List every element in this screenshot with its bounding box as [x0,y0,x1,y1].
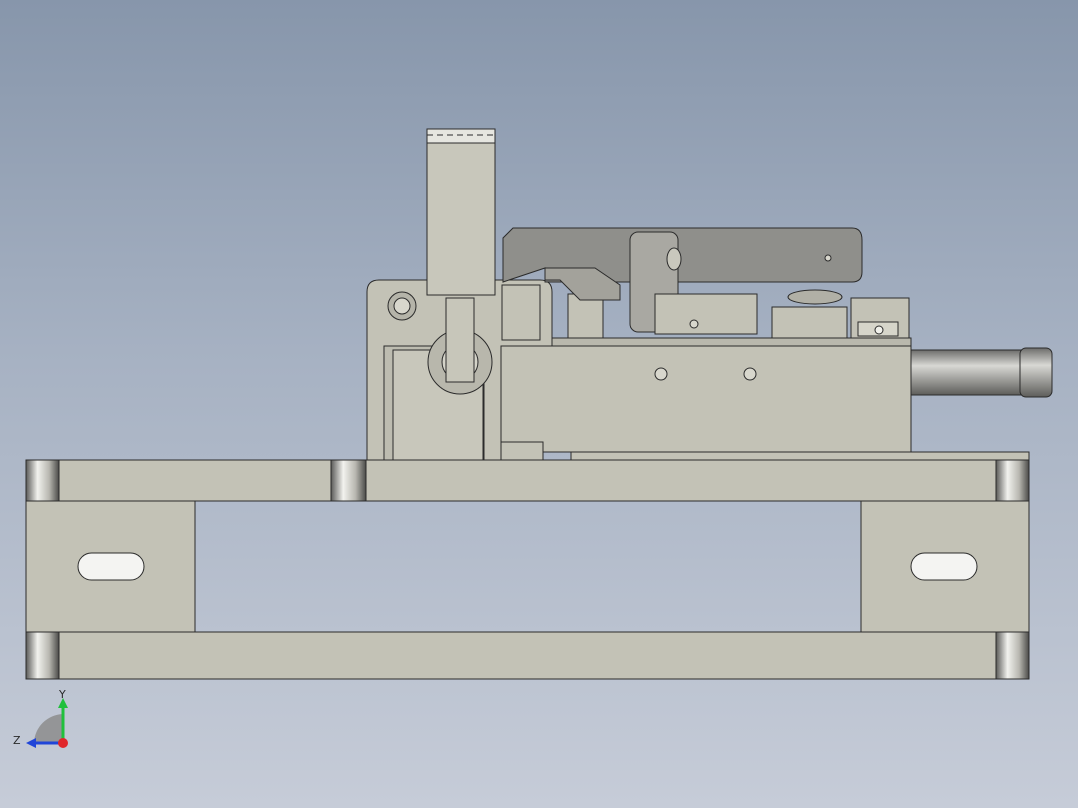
cad-viewport[interactable] [0,0,1078,808]
pulley-base[interactable] [771,306,848,339]
pivot-pin[interactable] [666,247,682,271]
column-cap[interactable] [426,128,496,144]
base-bottom-rail[interactable] [25,631,1030,680]
bolt-head-inner [393,297,411,315]
corner-post [25,631,60,680]
lower-step-plate[interactable] [570,451,1030,461]
housing-foot[interactable] [500,441,544,461]
corner-post [995,631,1030,680]
base-top-rail[interactable] [25,459,1030,502]
pulley[interactable] [787,289,843,305]
end-block-hole [874,325,884,335]
hole [743,367,757,381]
axis-triad: Y Z [13,688,68,748]
corner-post [330,459,367,502]
clamp-arm[interactable] [502,227,863,296]
guide-block[interactable] [567,293,604,339]
hole [654,367,668,381]
piston-end-cap[interactable] [1019,347,1053,398]
set-screw [689,319,699,329]
roller-shaft[interactable] [445,297,475,383]
corner-post [25,459,60,502]
carriage-block[interactable] [654,293,758,335]
model-assembly[interactable] [25,128,1053,680]
z-axis-arrow [26,738,36,748]
main-housing[interactable] [500,345,912,453]
z-axis-label: Z [13,734,21,747]
arm-hole [824,254,832,262]
y-axis-label: Y [58,688,66,701]
slot-left[interactable] [77,552,145,581]
vertical-column[interactable] [426,142,496,296]
guide-block[interactable] [501,284,541,341]
slot-right[interactable] [910,552,978,581]
x-axis-dot [58,738,68,748]
housing-top-strip[interactable] [539,337,912,347]
triad-arc [34,714,63,743]
piston-rod[interactable] [910,349,1027,396]
